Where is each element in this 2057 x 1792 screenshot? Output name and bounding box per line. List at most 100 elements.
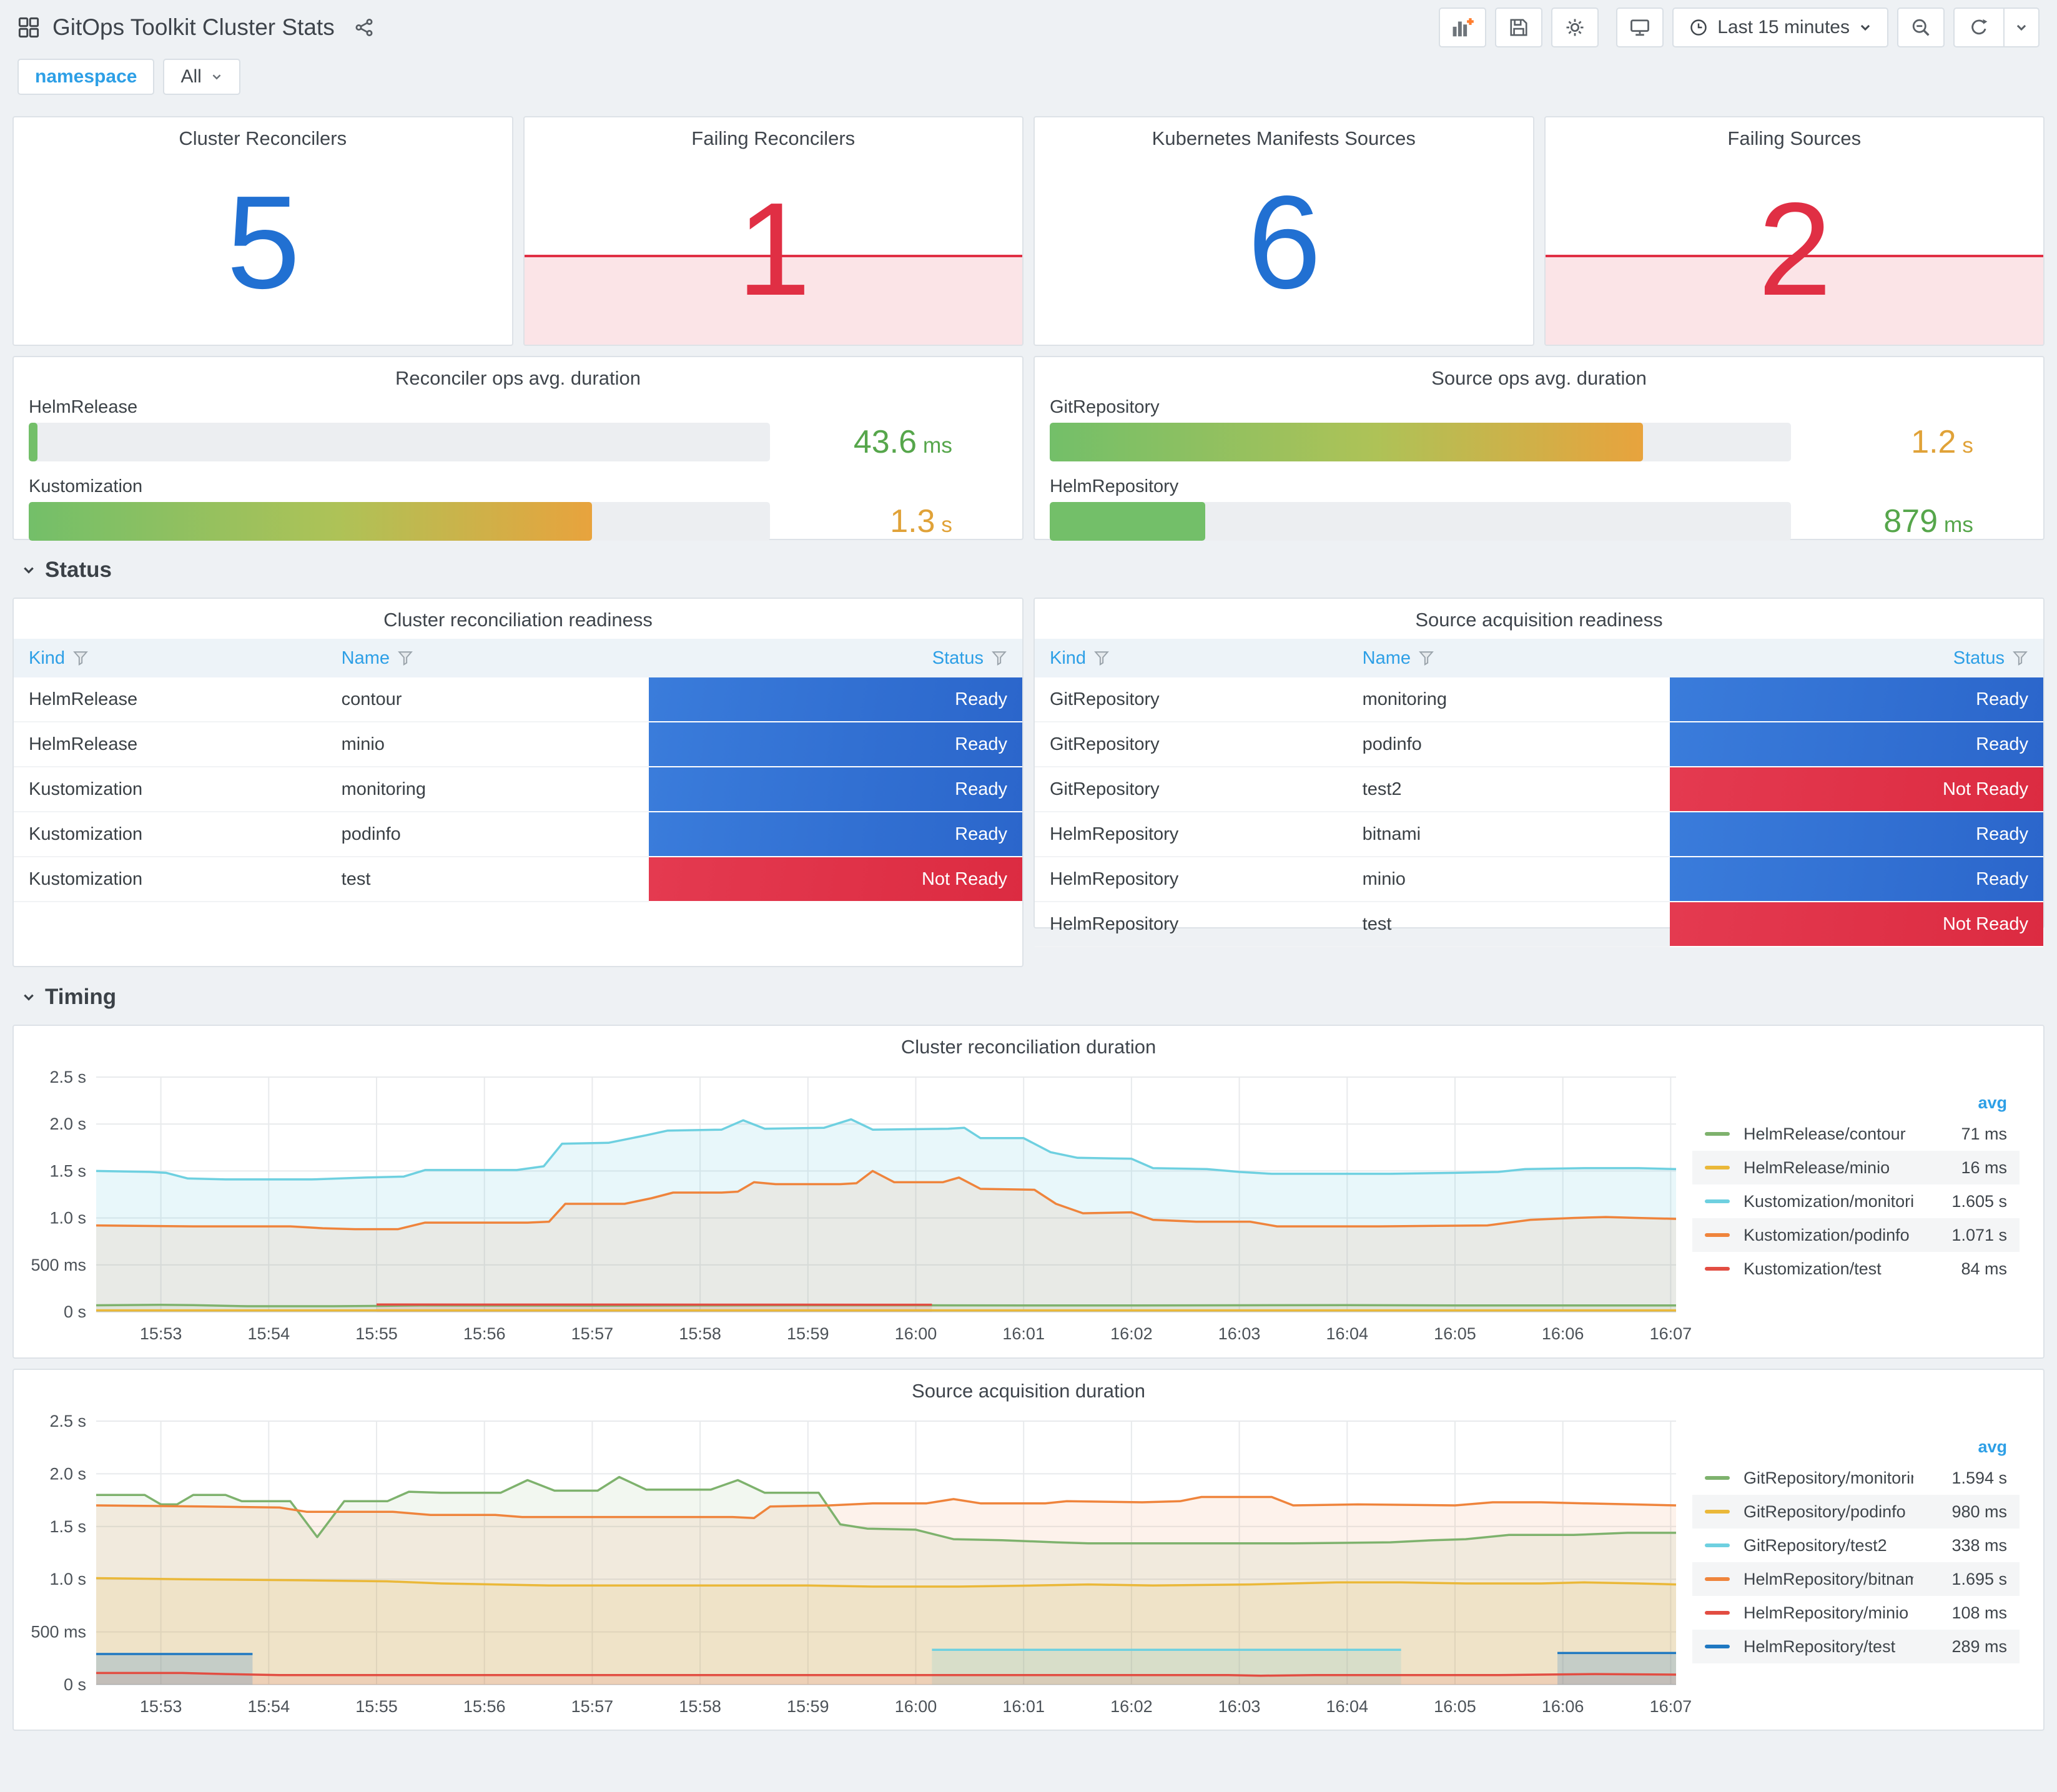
cell-name: bitnami xyxy=(1347,812,1670,857)
series-color-dash xyxy=(1705,1577,1730,1581)
filter-funnel-icon[interactable] xyxy=(72,650,89,666)
section-row-timing[interactable]: Timing xyxy=(21,985,2040,1010)
panel-title: Reconciler ops avg. duration xyxy=(395,367,641,389)
series-avg-value: 289 ms xyxy=(1951,1637,2007,1656)
series-color-dash xyxy=(1705,1510,1730,1514)
time-series-plot[interactable]: 15:53 15:54 15:55 15:56 15:57 15:58 15:59 16:00… xyxy=(19,1066,1692,1348)
svg-text:16:05: 16:05 xyxy=(1434,1697,1476,1716)
cycle-view-mode-button[interactable] xyxy=(1616,7,1664,47)
legend-avg-header[interactable]: avg xyxy=(1913,1437,2007,1457)
refresh-interval-dropdown[interactable] xyxy=(2003,9,2038,46)
legend-item[interactable]: HelmRepository/bitnami 1.695 s xyxy=(1692,1562,2020,1596)
filter-funnel-icon[interactable] xyxy=(1418,650,1434,666)
legend-item[interactable]: Kustomization/monitoring 1.605 s xyxy=(1692,1184,2020,1218)
legend-item[interactable]: GitRepository/monitoring 1.594 s xyxy=(1692,1461,2020,1495)
legend-item[interactable]: HelmRelease/minio 16 ms xyxy=(1692,1151,2020,1184)
cell-kind: HelmRepository xyxy=(1035,812,1348,857)
svg-text:16:03: 16:03 xyxy=(1218,1324,1261,1343)
dashboard-settings-button[interactable] xyxy=(1551,7,1599,47)
svg-text:1.5 s: 1.5 s xyxy=(49,1161,86,1180)
gauge-label: HelmRelease xyxy=(29,397,138,417)
series-avg-value: 84 ms xyxy=(1961,1259,2007,1278)
series-avg-value: 1.695 s xyxy=(1951,1569,2007,1588)
table-row: HelmRelease contour Ready xyxy=(14,677,1022,722)
panel-title: Source ops avg. duration xyxy=(1431,367,1647,389)
filter-funnel-icon[interactable] xyxy=(991,650,1007,666)
column-header-kind[interactable]: Kind xyxy=(1035,648,1348,669)
add-panel-button[interactable] xyxy=(1439,7,1487,47)
grafana-dashboard: GitOps Toolkit Cluster Stats Last 15 min… xyxy=(0,0,2057,1731)
cell-status: Not Ready xyxy=(1670,767,2043,812)
cell-name: contour xyxy=(326,677,649,722)
panel-title: Cluster reconciliation duration xyxy=(900,1036,1157,1058)
legend-item[interactable]: HelmRelease/contour 71 ms xyxy=(1692,1117,2020,1151)
panel-cluster-reconciliation-duration: Cluster reconciliation duration 15:53 15:… xyxy=(12,1025,2045,1359)
table-row: HelmRelease minio Ready xyxy=(14,722,1022,767)
chevron-down-icon xyxy=(21,990,36,1005)
gauge-track xyxy=(29,423,770,461)
cell-kind: Kustomization xyxy=(14,857,327,902)
table-row: HelmRepository test Not Ready xyxy=(1035,902,2043,947)
gauge-row: HelmRepository 879 ms xyxy=(1050,476,2028,541)
gauge-value: 43.6 ms xyxy=(853,423,952,460)
series-avg-value: 1.605 s xyxy=(1951,1191,2007,1211)
cell-name: monitoring xyxy=(1347,677,1670,722)
table-row: HelmRepository bitnami Ready xyxy=(1035,812,2043,857)
column-header-kind[interactable]: Kind xyxy=(14,648,327,669)
svg-text:15:54: 15:54 xyxy=(248,1697,290,1716)
svg-text:2.0 s: 2.0 s xyxy=(49,1464,86,1483)
svg-text:2.0 s: 2.0 s xyxy=(49,1115,86,1133)
column-header-status[interactable]: Status xyxy=(649,648,1022,669)
cell-name: minio xyxy=(326,722,649,767)
legend-item[interactable]: HelmRepository/test 289 ms xyxy=(1692,1630,2020,1663)
column-header-name[interactable]: Name xyxy=(327,648,649,669)
time-range-picker[interactable]: Last 15 minutes xyxy=(1672,7,1888,47)
gauge-row: Kustomization 1.3 s xyxy=(29,476,1007,541)
series-color-dash xyxy=(1705,1543,1730,1547)
cell-name: test xyxy=(326,857,649,902)
legend-item[interactable]: GitRepository/test2 338 ms xyxy=(1692,1529,2020,1562)
table-row: Kustomization monitoring Ready xyxy=(14,767,1022,812)
legend-item[interactable]: Kustomization/test 84 ms xyxy=(1692,1252,2020,1286)
gauge-track xyxy=(1050,502,1791,541)
svg-text:15:59: 15:59 xyxy=(787,1697,829,1716)
gauge-fill xyxy=(1050,502,1206,541)
save-dashboard-button[interactable] xyxy=(1495,7,1543,47)
filter-funnel-icon[interactable] xyxy=(397,650,413,666)
column-label: Status xyxy=(932,647,984,668)
stat-panels-row: Cluster Reconcilers 5 Failing Reconcilers 1… xyxy=(12,116,2045,346)
filter-funnel-icon[interactable] xyxy=(1093,650,1110,666)
svg-text:16:02: 16:02 xyxy=(1110,1324,1153,1343)
refresh-button[interactable] xyxy=(1955,9,2003,46)
toolbar: Last 15 minutes xyxy=(1430,7,2040,47)
cell-kind: HelmRepository xyxy=(1035,857,1348,902)
svg-text:2.5 s: 2.5 s xyxy=(49,1068,86,1086)
cell-kind: GitRepository xyxy=(1035,767,1348,812)
column-header-status[interactable]: Status xyxy=(1670,648,2043,669)
series-color-dash xyxy=(1705,1645,1730,1648)
variable-namespace-label: namespace xyxy=(17,59,155,95)
panel-title: Failing Reconcilers xyxy=(691,127,856,149)
gauge-value: 1.2 s xyxy=(1911,423,1973,460)
panel-reconciler-ops: Reconciler ops avg. duration HelmRelease… xyxy=(12,356,1024,541)
legend-avg-header[interactable]: avg xyxy=(1913,1093,2007,1113)
filter-funnel-icon[interactable] xyxy=(2012,650,2028,666)
column-header-name[interactable]: Name xyxy=(1348,648,1670,669)
series-avg-value: 16 ms xyxy=(1961,1158,2007,1177)
panel-title: Source acquisition readiness xyxy=(1415,609,1663,631)
gauge-label: HelmRepository xyxy=(1050,476,1179,496)
section-row-status[interactable]: Status xyxy=(21,558,2040,583)
gauge-label: Kustomization xyxy=(29,476,143,496)
svg-text:16:06: 16:06 xyxy=(1542,1324,1584,1343)
share-icon[interactable] xyxy=(353,17,375,38)
zoom-out-button[interactable] xyxy=(1897,7,1945,47)
table-row: GitRepository podinfo Ready xyxy=(1035,722,2043,767)
time-series-plot[interactable]: 15:53 15:54 15:55 15:56 15:57 15:58 15:59 16:00… xyxy=(19,1410,1692,1721)
variable-namespace-value-dropdown[interactable]: All xyxy=(163,59,240,95)
svg-text:15:54: 15:54 xyxy=(248,1324,290,1343)
legend-item[interactable]: HelmRepository/minio 108 ms xyxy=(1692,1596,2020,1630)
gauge-value: 1.3 s xyxy=(890,503,952,539)
legend-item[interactable]: GitRepository/podinfo 980 ms xyxy=(1692,1495,2020,1529)
cell-status: Ready xyxy=(1670,812,2043,857)
legend-item[interactable]: Kustomization/podinfo 1.071 s xyxy=(1692,1218,2020,1252)
